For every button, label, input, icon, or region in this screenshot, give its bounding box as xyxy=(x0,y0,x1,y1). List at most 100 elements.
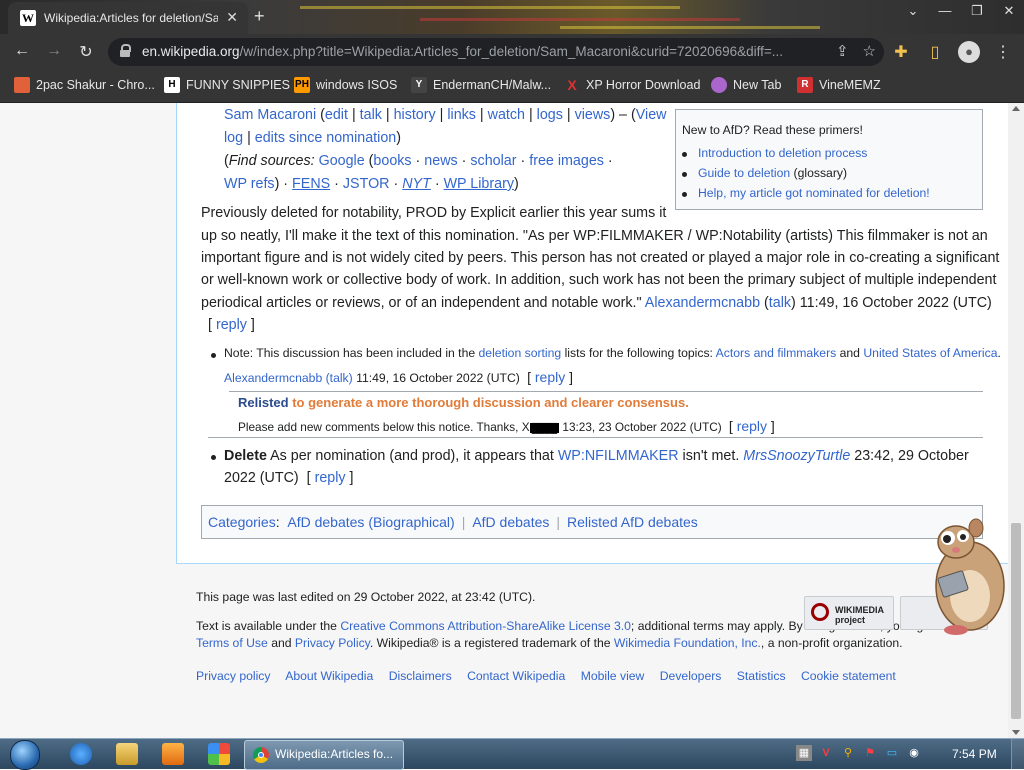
share-icon[interactable]: ⇪ xyxy=(836,42,849,60)
topic-link[interactable]: Actors and filmmakers xyxy=(716,346,837,360)
scrollbar-thumb[interactable] xyxy=(1011,523,1021,719)
edit-link[interactable]: edit xyxy=(325,107,348,123)
links-link[interactable]: links xyxy=(447,107,476,123)
profile-avatar-icon[interactable]: ● xyxy=(958,41,980,63)
wp-refs-link[interactable]: WP refs xyxy=(224,176,275,192)
back-button[interactable]: ← xyxy=(12,42,32,60)
tab-active[interactable]: W Wikipedia:Articles for deletion/Sam Ma… xyxy=(8,2,248,34)
tab-search-icon[interactable]: ⌄ xyxy=(904,3,922,19)
primer-link[interactable]: Guide to deletion xyxy=(698,166,790,180)
show-desktop-button[interactable] xyxy=(1011,739,1024,769)
flag-icon[interactable]: ⚑ xyxy=(862,745,878,761)
minimize-button[interactable]: — xyxy=(936,3,954,19)
logs-link[interactable]: logs xyxy=(537,107,563,123)
jstor-link[interactable]: JSTOR xyxy=(343,176,390,192)
reply-link[interactable]: reply xyxy=(216,317,247,333)
footer-link[interactable]: Mobile view xyxy=(581,669,645,683)
bookmark-item[interactable]: PH windows ISOS xyxy=(294,77,397,93)
menu-kebab-icon[interactable]: ⋮ xyxy=(992,42,1014,62)
media-player-icon[interactable] xyxy=(162,743,184,765)
bookmark-item[interactable]: New Tab xyxy=(711,77,781,93)
maximize-button[interactable]: ❐ xyxy=(968,3,986,19)
category-link[interactable]: Relisted AfD debates xyxy=(567,514,698,530)
fens-link[interactable]: FENS xyxy=(292,176,330,192)
url-text[interactable]: en.wikipedia.org/w/index.php?title=Wikip… xyxy=(142,44,782,59)
extensions-puzzle-icon[interactable]: ✚ xyxy=(890,42,912,62)
scholar-link[interactable]: scholar xyxy=(470,153,516,169)
deletion-sorting-link[interactable]: deletion sorting xyxy=(479,346,562,360)
watch-link[interactable]: watch xyxy=(488,107,525,123)
bookmark-star-icon[interactable]: ☆ xyxy=(863,42,876,60)
category-link[interactable]: AfD debates xyxy=(472,514,549,530)
books-link[interactable]: books xyxy=(373,153,411,169)
cc-license-link[interactable]: Creative Commons Attribution-ShareAlike … xyxy=(340,619,631,633)
scroll-down-arrow-icon[interactable] xyxy=(1012,730,1020,735)
footer-link[interactable]: Statistics xyxy=(737,669,786,683)
bookmark-item[interactable]: 2pac Shakur - Chro... xyxy=(14,77,155,93)
reply-link[interactable]: reply xyxy=(315,470,346,486)
system-clock[interactable]: 7:54 PM xyxy=(952,747,997,761)
signature-link[interactable]: Alexandermcnabb (talk) xyxy=(224,371,353,385)
footer-link[interactable]: Disclaimers xyxy=(389,669,452,683)
wp-library-link[interactable]: WP Library xyxy=(444,176,514,192)
tray-app-icon[interactable]: ▦ xyxy=(796,745,812,761)
topic-link[interactable]: United States of America xyxy=(863,346,997,360)
footer-link[interactable]: Privacy policy xyxy=(196,669,271,683)
terms-of-use-link[interactable]: Terms of Use xyxy=(196,636,268,650)
scroll-up-arrow-icon[interactable] xyxy=(1012,106,1020,111)
file-explorer-icon[interactable] xyxy=(116,743,138,765)
relister-user[interactable]: X xyxy=(522,420,530,434)
footer-link[interactable]: Contact Wikipedia xyxy=(467,669,565,683)
bookmark-item[interactable]: H FUNNY SNIPPIES xyxy=(164,77,290,93)
talk-link[interactable]: talk xyxy=(360,107,382,123)
google-link[interactable]: Google xyxy=(319,153,365,169)
nominator-talk-link[interactable]: talk xyxy=(769,295,791,311)
paint-icon[interactable] xyxy=(208,743,230,765)
new-tab-button[interactable]: + xyxy=(254,6,265,27)
footer-link[interactable]: About Wikipedia xyxy=(285,669,373,683)
bookmark-item[interactable]: R VineMEMZ xyxy=(797,77,881,93)
volume-icon[interactable]: ◉ xyxy=(906,745,922,761)
views-link[interactable]: views xyxy=(575,107,611,123)
category-link[interactable]: AfD debates (Biographical) xyxy=(287,514,454,530)
primer-link[interactable]: Help, my article got nominated for delet… xyxy=(698,186,930,200)
nfilmmaker-link[interactable]: WP:NFILMMAKER xyxy=(558,448,679,464)
history-link[interactable]: history xyxy=(394,107,436,123)
reload-button[interactable]: ↻ xyxy=(76,42,96,62)
footer-link[interactable]: Developers xyxy=(660,669,722,683)
primer-link[interactable]: Introduction to deletion process xyxy=(698,146,867,160)
address-bar[interactable]: en.wikipedia.org/w/index.php?title=Wikip… xyxy=(108,38,884,66)
start-button[interactable] xyxy=(6,739,42,770)
internet-explorer-icon[interactable] xyxy=(70,743,92,765)
close-window-button[interactable]: ✕ xyxy=(1000,3,1018,19)
bookmark-item[interactable]: Y EndermanCH/Malw... xyxy=(411,77,551,93)
lock-icon[interactable] xyxy=(120,44,131,57)
wikimedia-foundation-link[interactable]: Wikimedia Foundation, Inc. xyxy=(614,636,761,650)
news-link[interactable]: news xyxy=(424,153,457,169)
monitor-icon[interactable]: ▭ xyxy=(884,745,900,761)
free-images-link[interactable]: free images xyxy=(529,153,604,169)
taskbar-chrome-window[interactable]: Wikipedia:Articles fo... xyxy=(244,740,404,770)
reply-link[interactable]: reply xyxy=(737,418,767,434)
view-log-link[interactable]: View xyxy=(636,107,667,123)
search-icon[interactable]: ⚲ xyxy=(840,745,856,761)
edits-since-link[interactable]: edits since nomination xyxy=(255,130,396,146)
view-log-link-2[interactable]: log xyxy=(224,130,243,146)
bookmark-item[interactable]: X XP Horror Download xyxy=(564,77,700,93)
wikimedia-project-logo[interactable]: WIKIMEDIA project xyxy=(804,596,894,630)
subject-link[interactable]: Sam Macaroni xyxy=(224,107,316,123)
side-panel-icon[interactable]: ▯ xyxy=(924,42,946,62)
tab-close-icon[interactable]: ✕ xyxy=(226,9,238,26)
footer-link[interactable]: Cookie statement xyxy=(801,669,896,683)
page-scrollbar[interactable] xyxy=(1008,103,1024,739)
forward-button[interactable]: → xyxy=(44,42,64,60)
relister-user-highlight[interactable]: ████ xyxy=(529,423,560,433)
reply-link[interactable]: reply xyxy=(535,369,565,385)
nominator-user-link[interactable]: Alexandermcnabb xyxy=(645,295,760,311)
voter-user-link[interactable]: MrsSnoozyTurtle xyxy=(743,448,850,464)
hamster-desktop-buddy-icon[interactable] xyxy=(918,508,1018,638)
privacy-policy-link[interactable]: Privacy Policy xyxy=(295,636,370,650)
relisted-link[interactable]: Relisted xyxy=(238,395,289,410)
nyt-link[interactable]: NYT xyxy=(402,176,431,192)
categories-label-link[interactable]: Categories xyxy=(208,514,276,530)
